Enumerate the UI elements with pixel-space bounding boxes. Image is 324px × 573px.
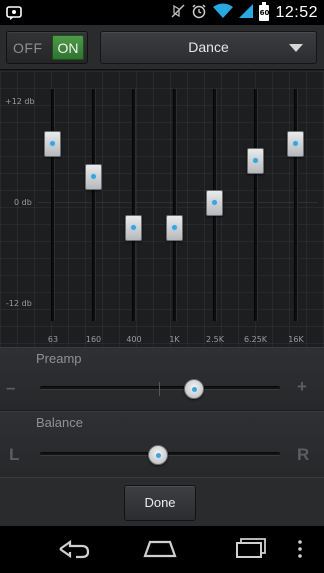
status-bar: 60 12:52 [0,0,324,25]
eq-band-16k: 16K [281,71,311,347]
preamp-minus-button[interactable]: – [6,378,15,398]
balance-label: Balance [36,415,83,430]
toggle-off-label[interactable]: OFF [13,40,43,56]
eq-slider-track[interactable] [132,89,136,321]
eq-band-2.5k: 2.5K [200,71,230,347]
eq-slider-track[interactable] [172,89,177,321]
preset-dropdown[interactable]: Dance [100,31,317,64]
eq-slider-track[interactable] [294,89,298,321]
back-icon[interactable] [48,534,98,564]
navigation-bar [0,526,324,573]
toggle-on-label[interactable]: ON [52,35,84,60]
signal-icon [239,3,254,23]
mute-icon [171,3,185,23]
eq-slider-thumb[interactable] [206,189,223,216]
eq-slider-track[interactable] [91,89,96,321]
chevron-down-icon [289,44,303,52]
eq-power-toggle[interactable]: OFF ON [6,31,88,64]
balance-left-label: L [9,445,20,464]
done-bar: Done [0,477,324,526]
menu-icon[interactable] [290,534,310,564]
preamp-panel: Preamp – + [0,347,324,410]
eq-band-frequency-label: 16K [288,335,304,344]
battery-level: 60 [259,8,270,17]
status-time: 12:52 [275,3,318,21]
equalizer-panel: +12 db 0 db -12 db 63 160 400 1K 2.5K 6.25K 16… [0,71,324,347]
eq-slider-thumb[interactable] [287,130,304,157]
preamp-plus-button[interactable]: + [297,377,307,397]
eq-band-160: 160 [79,71,109,347]
balance-slider-thumb[interactable] [147,445,168,465]
eq-header: OFF ON Dance [0,25,324,70]
eq-band-6.25k: 6.25K [241,71,271,347]
eq-slider-thumb[interactable] [84,164,102,191]
balance-panel: Balance L R [0,411,324,477]
eq-slider-thumb[interactable] [165,214,183,241]
preamp-label: Preamp [36,351,82,366]
eq-slider-track[interactable] [253,89,258,321]
eq-band-1k: 1K [160,71,190,347]
eq-slider-track[interactable] [51,89,55,321]
db-label-mid: 0 db [14,198,32,207]
balance-right-label: R [297,445,310,464]
preset-selected: Dance [188,39,229,55]
notification-icon [6,5,22,24]
eq-band-400: 400 [119,71,149,347]
equalizer-screen: 60 12:52 OFF ON Dance +12 db 0 db -12 db… [0,0,324,573]
battery-icon: 60 [259,1,270,21]
balance-slider-track[interactable] [40,445,280,465]
db-label-top: +12 db [5,97,35,106]
done-button[interactable]: Done [124,485,196,521]
home-icon[interactable] [135,534,185,564]
preamp-slider-track[interactable] [40,379,280,399]
alarm-icon [191,3,207,23]
eq-band-63: 63 [38,71,68,347]
eq-slider-thumb[interactable] [125,214,142,241]
wifi-icon [213,3,234,23]
preamp-slider-thumb[interactable] [183,379,204,399]
db-label-bottom: -12 db [6,299,32,308]
preamp-center-tick [159,382,160,396]
eq-slider-thumb[interactable] [246,147,264,174]
recent-apps-icon[interactable] [224,534,274,564]
eq-slider-thumb[interactable] [44,130,61,157]
